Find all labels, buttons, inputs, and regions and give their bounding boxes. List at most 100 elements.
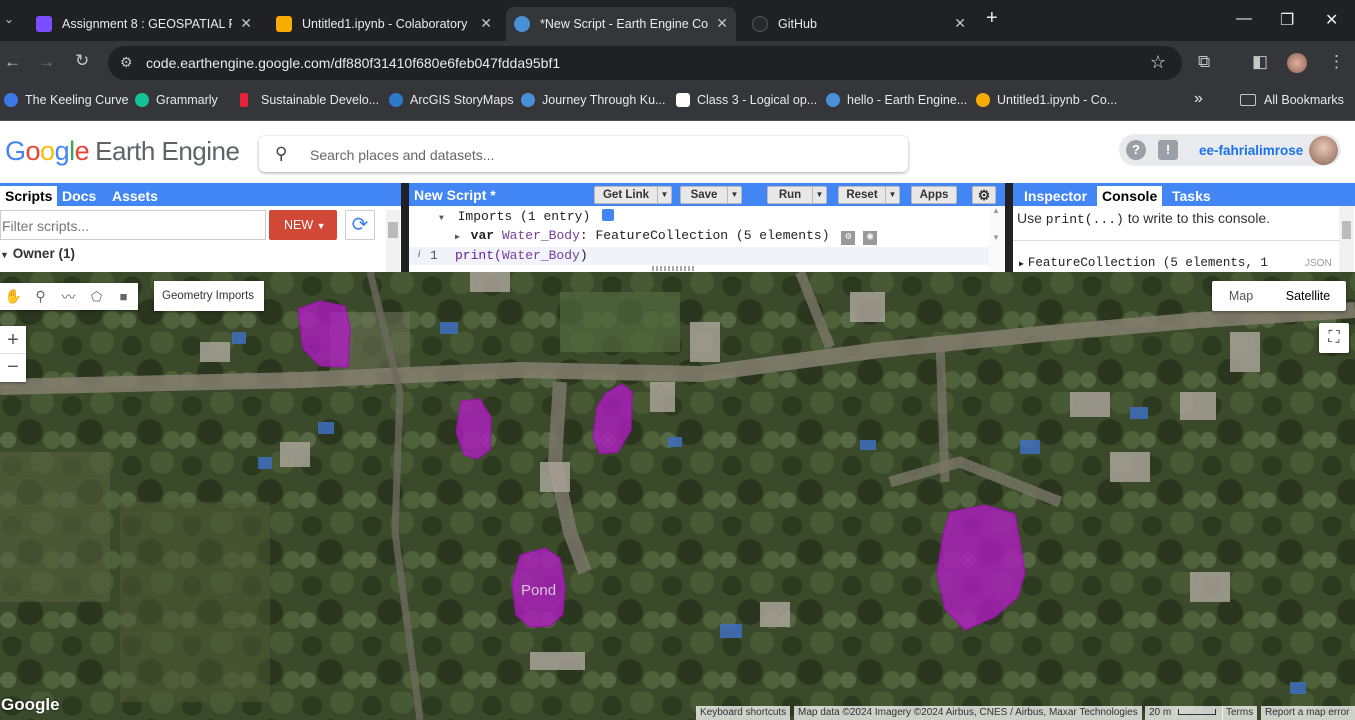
settings-button[interactable]: ⚙ xyxy=(972,186,996,204)
reset-button[interactable]: Reset ▼ xyxy=(838,186,900,204)
tab-assignment[interactable]: Assignment 8 : GEOSPATIAL PRO ✕ xyxy=(28,7,260,41)
rectangle-icon[interactable]: ■ xyxy=(110,289,137,304)
close-icon[interactable]: ✕ xyxy=(240,15,252,32)
search-box[interactable]: ⚲ Search places and datasets... xyxy=(259,136,908,172)
tab-earth-engine[interactable]: *New Script - Earth Engine Code ✕ xyxy=(506,7,736,41)
console-hint: Use print(...) to write to this console. xyxy=(1017,210,1270,227)
feedback-icon[interactable]: ! xyxy=(1158,140,1178,160)
scrollbar[interactable] xyxy=(1339,206,1354,272)
all-bookmarks-button[interactable]: All Bookmarks xyxy=(1240,93,1344,107)
bookmark-item[interactable]: ArcGIS StoryMaps xyxy=(389,93,514,107)
geometry-imports-button[interactable]: Geometry Imports xyxy=(154,281,264,311)
user-name[interactable]: ee-fahrialimrose xyxy=(1199,143,1303,158)
save-button[interactable]: Save ▼ xyxy=(680,186,742,204)
refresh-button[interactable]: ⟳ xyxy=(345,210,375,240)
bookmark-item[interactable]: The Keeling Curve xyxy=(4,93,129,107)
tab-docs[interactable]: Docs xyxy=(57,186,101,206)
polygon-icon[interactable]: ⬠ xyxy=(83,289,110,305)
bookmark-item[interactable]: Grammarly xyxy=(135,93,218,107)
close-icon[interactable]: ✕ xyxy=(716,15,728,32)
eye-icon[interactable]: ◉ xyxy=(863,231,878,245)
forward-icon[interactable]: → xyxy=(38,52,55,72)
get-link-button[interactable]: Get Link ▼ xyxy=(594,186,672,204)
restore-icon[interactable]: ❐ xyxy=(1280,10,1294,30)
chevron-down-icon[interactable]: ▼ xyxy=(812,187,826,203)
scale-bar[interactable]: 20 m xyxy=(1145,706,1223,720)
bookmark-item[interactable]: hello - Earth Engine... xyxy=(826,93,967,107)
caret-down-icon: ▼ xyxy=(0,250,9,260)
reload-icon[interactable]: ↻ xyxy=(75,51,89,71)
bookmark-label: Class 3 - Logical op... xyxy=(697,93,818,107)
scrollbar[interactable]: ▲ ▼ xyxy=(989,206,1003,272)
panel-splitter[interactable] xyxy=(652,266,694,271)
chevron-down-icon[interactable]: ▼ xyxy=(727,187,741,203)
code-line-1[interactable]: i 1 print(Water_Body) xyxy=(409,247,989,265)
window-close-icon[interactable]: ✕ xyxy=(1325,10,1338,30)
tab-github[interactable]: GitHub ✕ xyxy=(744,7,974,41)
tab-inspector[interactable]: Inspector xyxy=(1019,186,1092,206)
close-icon[interactable]: ✕ xyxy=(954,15,966,32)
marker-icon[interactable]: ⚲ xyxy=(27,288,54,305)
satellite-button[interactable]: Satellite xyxy=(1270,281,1346,311)
console-output[interactable]: ▶ FeatureCollection (5 elements, 1 xyxy=(1019,256,1268,272)
extensions-icon[interactable]: ⧉ xyxy=(1198,52,1210,72)
bookmark-item[interactable]: Sustainable Develo... xyxy=(240,93,379,107)
keyboard-shortcuts-link[interactable]: Keyboard shortcuts xyxy=(696,706,791,720)
tab-assets[interactable]: Assets xyxy=(107,186,163,206)
var-type: : FeatureCollection (5 elements) xyxy=(579,228,830,243)
zoom-in-button[interactable]: + xyxy=(0,326,26,354)
console-divider xyxy=(1013,240,1339,241)
search-input[interactable]: Search places and datasets... xyxy=(310,147,494,163)
map-button[interactable]: Map xyxy=(1212,281,1270,311)
side-panel-icon[interactable]: ◧ xyxy=(1252,52,1268,72)
import-var-row[interactable]: ▶ var Water_Body: FeatureCollection (5 e… xyxy=(455,228,878,245)
bookmark-item[interactable]: Journey Through Ku... xyxy=(521,93,665,107)
gear-icon[interactable]: ⚙ xyxy=(841,231,856,245)
more-bookmarks-button[interactable]: » xyxy=(1194,90,1203,108)
scrollbar-thumb[interactable] xyxy=(1342,221,1351,239)
new-script-button[interactable]: NEW ▼ xyxy=(269,210,337,240)
report-map-error-link[interactable]: Report a map error xyxy=(1261,706,1355,720)
fullscreen-button[interactable]: ⛶ xyxy=(1319,323,1349,353)
bookmark-item[interactable]: Class 3 - Logical op... xyxy=(676,93,817,107)
close-icon[interactable]: ✕ xyxy=(480,15,492,32)
address-bar[interactable]: ⚙ code.earthengine.google.com/df880f3141… xyxy=(108,46,1182,80)
minimize-icon[interactable]: — xyxy=(1236,10,1252,28)
apps-button[interactable]: Apps xyxy=(911,186,957,204)
bookmark-star-icon[interactable]: ☆ xyxy=(1150,52,1166,73)
chevron-down-icon[interactable]: ▼ xyxy=(657,187,671,203)
arcgis-icon xyxy=(389,93,403,107)
chevron-down-icon[interactable]: ▼ xyxy=(885,187,899,203)
owner-group[interactable]: ▼ Owner (1) xyxy=(0,246,75,261)
zoom-out-button[interactable]: − xyxy=(0,354,26,382)
menu-icon[interactable]: ⋮ xyxy=(1328,52,1345,72)
tab-scripts[interactable]: Scripts xyxy=(0,186,58,206)
terms-link[interactable]: Terms xyxy=(1222,706,1258,720)
new-tab-button[interactable]: + xyxy=(986,7,998,30)
profile-avatar[interactable] xyxy=(1287,53,1307,73)
map-view[interactable]: Pond ✋ ⚲ 〰 ⬠ ■ Geometry Imports Map Sate… xyxy=(0,272,1355,720)
tab-search-chevron-icon[interactable]: ⌄ xyxy=(4,12,14,26)
tab-console[interactable]: Console xyxy=(1097,186,1163,206)
tab-colab[interactable]: Untitled1.ipynb - Colaboratory ✕ xyxy=(268,7,500,41)
avatar[interactable] xyxy=(1309,136,1338,165)
line-icon[interactable]: 〰 xyxy=(54,287,83,307)
drawing-toolbar: ✋ ⚲ 〰 ⬠ ■ xyxy=(0,283,138,310)
imports-doc-icon[interactable] xyxy=(602,209,615,221)
run-button[interactable]: Run ▼ xyxy=(767,186,827,204)
help-icon[interactable]: ? xyxy=(1126,140,1146,160)
earth-engine-logo[interactable]: Google Earth Engine xyxy=(5,136,240,167)
imports-row[interactable]: ▼ Imports (1 entry) xyxy=(439,209,615,224)
bookmark-item[interactable]: Untitled1.ipynb - Co... xyxy=(976,93,1117,107)
line-number: 1 xyxy=(430,248,438,263)
scrollbar[interactable] xyxy=(386,210,400,272)
back-icon[interactable]: ← xyxy=(4,52,21,72)
tab-tasks[interactable]: Tasks xyxy=(1167,186,1216,206)
json-tag[interactable]: JSON xyxy=(1305,258,1332,272)
filter-scripts-input[interactable]: Filter scripts... xyxy=(0,210,266,240)
hand-icon[interactable]: ✋ xyxy=(0,288,27,305)
scrollbar-thumb[interactable] xyxy=(388,222,398,238)
tab-title: *New Script - Earth Engine Code xyxy=(540,17,708,31)
hint-pre: Use xyxy=(1017,210,1046,226)
site-info-icon[interactable]: ⚙ xyxy=(120,54,133,71)
